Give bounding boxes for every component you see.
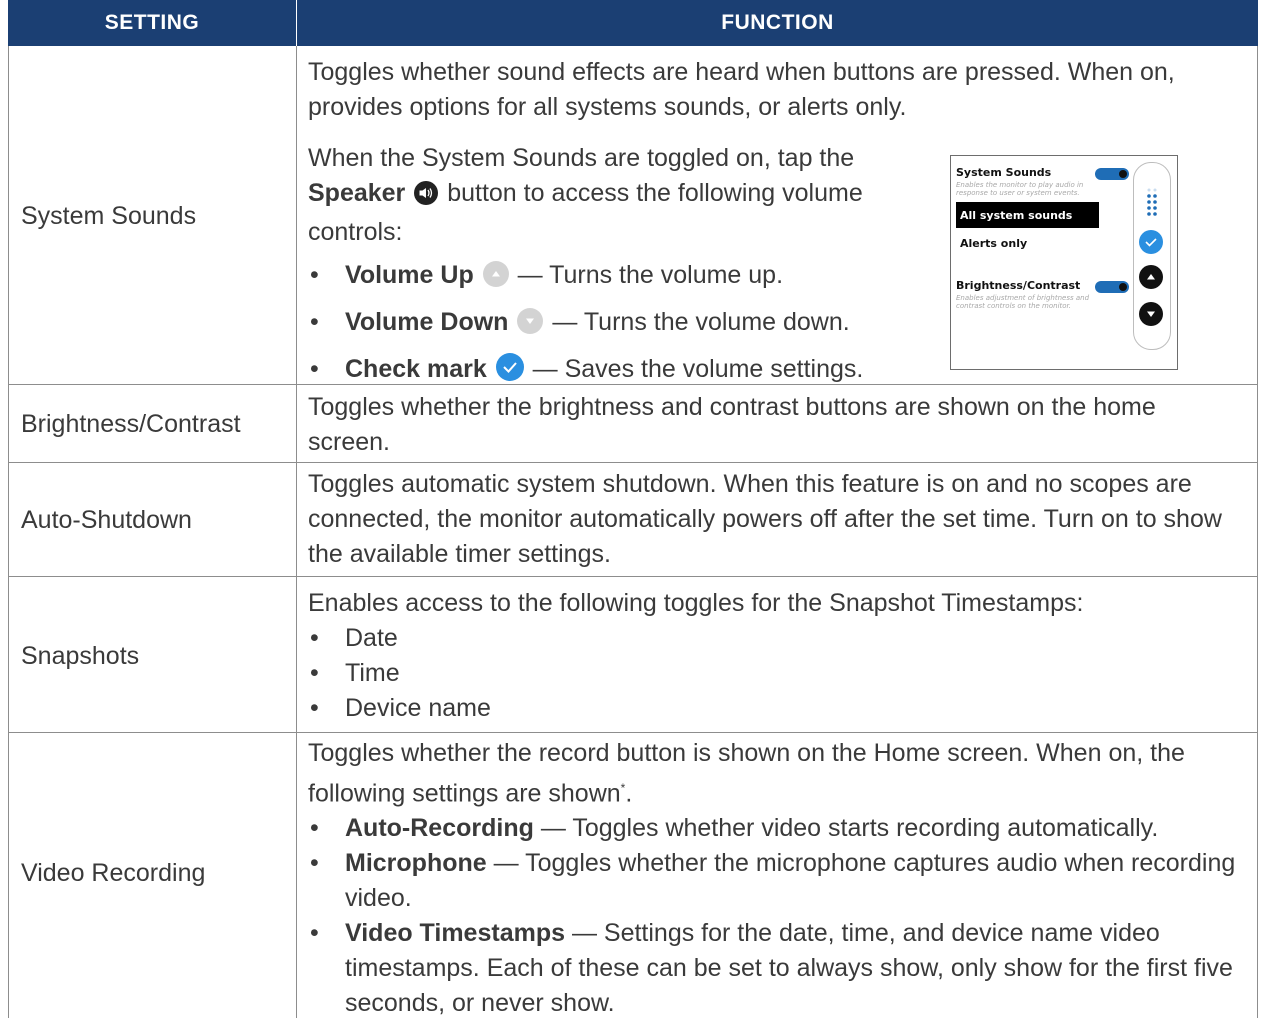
header-function: FUNCTION (297, 0, 1258, 46)
bullet-label: Volume Down (345, 308, 509, 336)
header-setting: SETTING (8, 0, 296, 46)
panel-volume-down-button[interactable] (1139, 302, 1163, 326)
volume-down-icon (517, 308, 544, 344)
description-text: Enables access to the following toggles … (308, 589, 1084, 617)
speaker-label: Speaker (308, 179, 406, 207)
intro-text: When the System Sounds are toggled on, t… (308, 141, 928, 250)
bullet-text: — Toggles whether video starts recording… (540, 814, 1159, 843)
setting-name: System Sounds (21, 202, 197, 230)
volume-instructions: When the System Sounds are toggled on, t… (308, 141, 928, 391)
bullet-auto-recording: Auto-Recording — Toggles whether video s… (308, 811, 1243, 846)
setting-name: Snapshots (21, 642, 140, 670)
option-alerts-only[interactable]: Alerts only (960, 237, 1027, 250)
description-main: Toggles whether the record button is sho… (308, 739, 1185, 808)
description-text: Toggles whether sound effects are heard … (308, 58, 1175, 121)
description-text: Toggles whether the record button is sho… (308, 736, 1243, 811)
brightness-toggle[interactable] (1095, 281, 1129, 293)
function-description: Toggles whether the brightness and contr… (308, 393, 1156, 456)
bullet-text: — Turns the volume up. (517, 261, 784, 289)
bullet-microphone: Microphone — Toggles whether the microph… (308, 846, 1243, 916)
bullet-video-timestamps: Video Timestamps — Settings for the date… (308, 916, 1243, 1021)
setting-name: Auto-Shutdown (21, 506, 192, 534)
panel-title-brightness: Brightness/Contrast (956, 279, 1081, 292)
settings-table: SETTING FUNCTION System Sounds Toggles w… (8, 0, 1258, 1018)
intro-pre: When the System Sounds are toggled on, t… (308, 144, 855, 172)
bullet-text: — Turns the volume down. (552, 308, 850, 336)
bullet-label: Microphone (345, 849, 487, 878)
panel-subtitle-system-sounds: Enables the monitor to play audio in res… (956, 181, 1084, 197)
setting-name: Brightness/Contrast (21, 410, 241, 438)
volume-control-rail (1133, 162, 1171, 350)
bullet-label: Video Timestamps (345, 919, 565, 948)
option-all-system-sounds[interactable]: All system sounds (956, 202, 1099, 228)
function-description: Toggles whether sound effects are heard … (308, 55, 1218, 125)
bullet-volume-down: Volume Down — Turns the volume down. (308, 305, 928, 344)
volume-up-icon (482, 261, 509, 297)
table-row-auto-shutdown: Auto-Shutdown Toggles automatic system s… (8, 462, 1258, 577)
bullet-text: — Saves the volume settings. (532, 355, 864, 383)
bullet-date: Date (308, 621, 1243, 656)
table-row-video-recording: Video Recording Toggles whether the reco… (8, 732, 1258, 1022)
function-description: Toggles automatic system shutdown. When … (308, 470, 1222, 568)
bullet-label: Auto-Recording (345, 814, 534, 843)
system-sounds-screenshot: System Sounds Enables the monitor to pla… (950, 155, 1178, 370)
panel-check-button[interactable] (1139, 230, 1163, 254)
function-description: Enables access to the following toggles … (308, 586, 1243, 726)
description-end: . (625, 779, 633, 808)
setting-name: Video Recording (21, 859, 206, 887)
bullet-volume-up: Volume Up — Turns the volume up. (308, 258, 928, 297)
bullet-label: Check mark (345, 355, 487, 383)
table-row-brightness: Brightness/Contrast Toggles whether the … (8, 384, 1258, 463)
system-sounds-toggle[interactable] (1095, 168, 1129, 180)
speaker-icon (414, 180, 439, 215)
bullet-time: Time (308, 656, 1243, 691)
bullet-label: Volume Up (345, 261, 474, 289)
bullet-device-name: Device name (308, 691, 1243, 726)
panel-subtitle-brightness: Enables adjustment of brightness and con… (956, 294, 1090, 310)
volume-level-icon (1146, 187, 1158, 221)
panel-title-system-sounds: System Sounds (956, 166, 1052, 179)
panel-volume-up-button[interactable] (1139, 265, 1163, 289)
function-description: Toggles whether the record button is sho… (308, 736, 1243, 1021)
table-row-snapshots: Snapshots Enables access to the followin… (8, 576, 1258, 733)
